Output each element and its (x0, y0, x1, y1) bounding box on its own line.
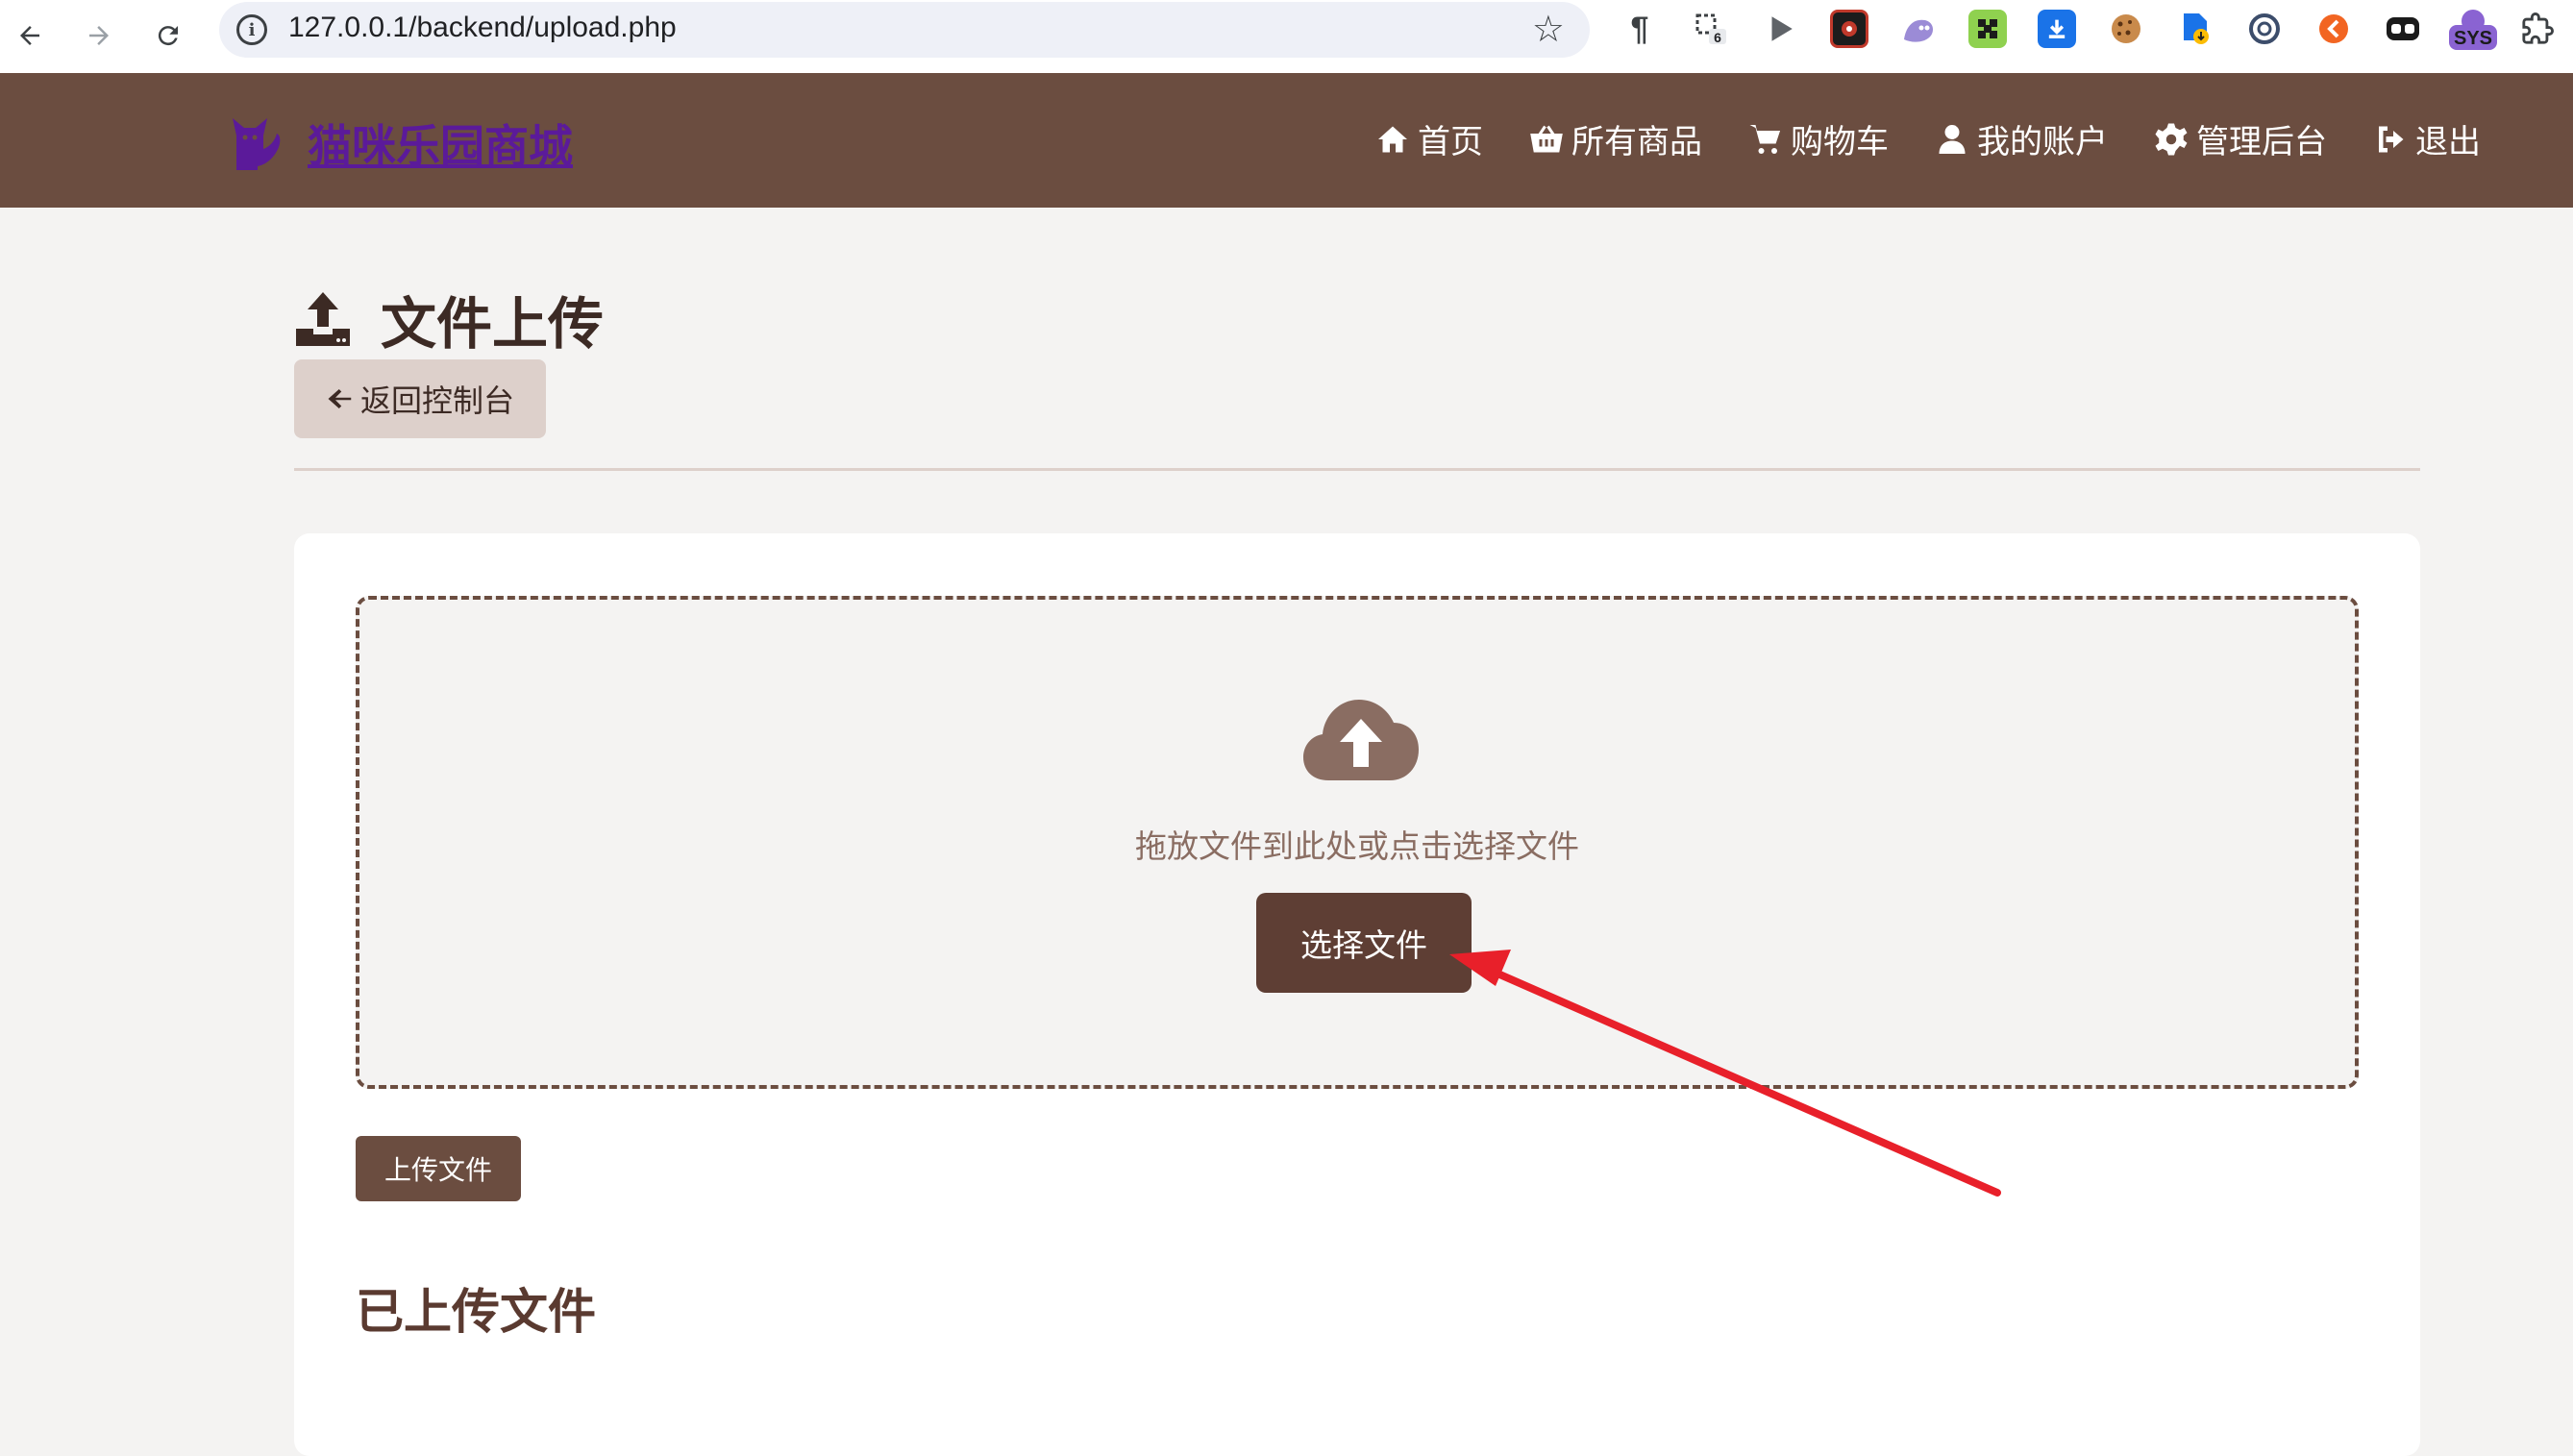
gear-icon (2155, 123, 2188, 155)
arrow-left-icon (328, 389, 352, 408)
main-nav: 首页 所有商品 购物车 我的账户 管理后台 退出 (1375, 115, 2481, 162)
sys-extension-icon[interactable]: SYS (2447, 8, 2499, 52)
nav-account[interactable]: 我的账户 (1935, 115, 2108, 162)
home-icon (1378, 126, 1407, 152)
file-dropzone[interactable]: 拖放文件到此处或点击选择文件 选择文件 (356, 596, 2359, 1089)
back-to-dashboard-button[interactable]: 返回控制台 (294, 359, 546, 438)
cat-icon (233, 118, 281, 170)
address-bar[interactable]: i 127.0.0.1/backend/upload.php ☆ (219, 2, 1590, 58)
upload-file-button[interactable]: 上传文件 (356, 1136, 521, 1201)
back-button-label: 返回控制台 (359, 383, 514, 419)
brand-name: 猫咪乐园商城 (308, 120, 573, 172)
upload-icon (296, 292, 350, 346)
glasses-extension-icon[interactable] (2384, 10, 2422, 48)
nav-home[interactable]: 首页 (1375, 115, 1483, 162)
orange-extension-icon[interactable] (2314, 10, 2353, 48)
page-title-text: 文件上传 (381, 291, 605, 357)
edge-extension-icon[interactable] (2245, 10, 2284, 48)
play-extension-icon[interactable] (1761, 10, 1799, 48)
nav-account-label: 我的账户 (1977, 123, 2108, 161)
browser-toolbar: i 127.0.0.1/backend/upload.php ☆ ¶ 6 SYS (0, 0, 2573, 73)
nav-logout-label: 退出 (2415, 123, 2481, 161)
sign-out-icon (2379, 126, 2404, 152)
screenshot-extension-icon[interactable]: 6 (1692, 10, 1730, 48)
nav-logout[interactable]: 退出 (2373, 115, 2481, 162)
record-extension-icon[interactable] (1830, 10, 1868, 48)
basket-icon (1530, 125, 1563, 152)
upload-card: 拖放文件到此处或点击选择文件 选择文件 上传文件 已上传文件 (294, 533, 2420, 1456)
choose-file-button[interactable]: 选择文件 (1256, 893, 1472, 993)
nav-cart[interactable]: 购物车 (1748, 115, 1889, 162)
brand-link[interactable]: 猫咪乐园商城 (231, 111, 573, 175)
url-text: 127.0.0.1/backend/upload.php (288, 12, 677, 43)
file-download-extension-icon[interactable] (2176, 10, 2214, 48)
site-info-icon[interactable]: i (236, 14, 267, 45)
grid-extension-icon[interactable] (1968, 10, 2007, 48)
site-header: 猫咪乐园商城 首页 所有商品 购物车 我的账户 管理后台 退出 (0, 73, 2573, 208)
pilcrow-extension-icon[interactable]: ¶ (1620, 10, 1659, 48)
download-extension-icon[interactable] (2038, 10, 2076, 48)
bookmark-star-icon[interactable]: ☆ (1532, 8, 1565, 50)
uploaded-files-heading: 已上传文件 (356, 1284, 596, 1340)
extensions-puzzle-icon[interactable] (2518, 10, 2557, 48)
extension-badge: 6 (1714, 30, 1721, 45)
ghost-extension-icon[interactable] (1899, 10, 1938, 48)
nav-all-products[interactable]: 所有商品 (1529, 115, 1702, 162)
sys-label: SYS (2454, 28, 2492, 49)
nav-all-products-label: 所有商品 (1571, 123, 1702, 161)
nav-home-label: 首页 (1418, 123, 1483, 161)
reload-icon[interactable] (142, 10, 194, 62)
forward-arrow-icon[interactable] (73, 10, 125, 62)
divider (294, 468, 2420, 471)
nav-cart-label: 购物车 (1791, 123, 1889, 161)
page-title: 文件上传 (294, 279, 604, 359)
cloud-upload-icon (1303, 700, 1419, 780)
nav-admin-label: 管理后台 (2196, 123, 2327, 161)
user-icon (1939, 124, 1966, 154)
nav-admin[interactable]: 管理后台 (2154, 115, 2327, 162)
dropzone-instruction: 拖放文件到此处或点击选择文件 (1135, 827, 1579, 865)
back-arrow-icon[interactable] (4, 10, 56, 62)
cookie-extension-icon[interactable] (2107, 10, 2145, 48)
cart-icon (1749, 124, 1780, 154)
